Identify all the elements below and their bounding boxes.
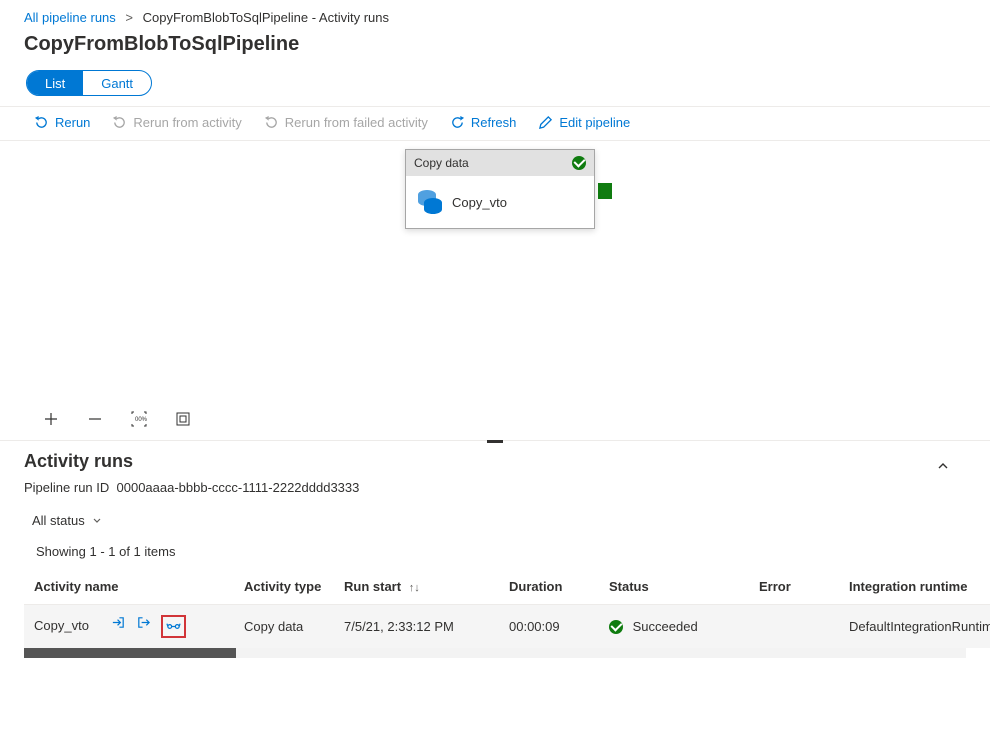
chevron-up-icon <box>936 459 950 473</box>
status-filter-label: All status <box>32 513 85 528</box>
rerun-failed-icon <box>264 115 279 130</box>
scrollbar-thumb[interactable] <box>24 648 236 658</box>
col-activity-type[interactable]: Activity type <box>234 569 334 605</box>
toolbar: Rerun Rerun from activity Rerun from fai… <box>0 106 990 141</box>
cell-status: Succeeded <box>599 605 749 649</box>
fit-icon <box>175 411 191 427</box>
view-toggle-list[interactable]: List <box>27 71 83 95</box>
pipeline-run-id: Pipeline run ID 0000aaaa-bbbb-cccc-1111-… <box>24 480 966 495</box>
rerun-failed-label: Rerun from failed activity <box>285 115 428 130</box>
edit-icon <box>538 115 553 130</box>
node-connector <box>598 183 612 199</box>
input-icon <box>111 615 126 630</box>
edit-pipeline-button[interactable]: Edit pipeline <box>538 115 630 130</box>
refresh-label: Refresh <box>471 115 517 130</box>
rerun-from-activity-button: Rerun from activity <box>112 115 241 130</box>
cell-error <box>749 605 839 649</box>
zoom-100-icon: 00% <box>130 410 148 428</box>
breadcrumb-root-link[interactable]: All pipeline runs <box>24 10 116 25</box>
col-error[interactable]: Error <box>749 569 839 605</box>
breadcrumb-current: CopyFromBlobToSqlPipeline - Activity run… <box>143 10 389 25</box>
run-id-value: 0000aaaa-bbbb-cccc-1111-2222dddd3333 <box>117 480 360 495</box>
svg-text:00%: 00% <box>135 417 148 423</box>
table-row[interactable]: Copy_vto Copy data 7/5/21, 2:3 <box>24 605 990 649</box>
run-id-label: Pipeline run ID <box>24 480 109 495</box>
rerun-from-failed-button: Rerun from failed activity <box>264 115 428 130</box>
zoom-in-button[interactable] <box>42 410 60 428</box>
plus-icon <box>43 411 59 427</box>
chevron-down-icon <box>91 515 103 527</box>
zoom-reset-button[interactable]: 00% <box>130 410 148 428</box>
view-toggle-gantt[interactable]: Gantt <box>83 71 151 95</box>
cell-integration-runtime: DefaultIntegrationRuntime (Eas <box>839 605 990 649</box>
col-status[interactable]: Status <box>599 569 749 605</box>
col-run-start[interactable]: Run start ↑↓ <box>334 569 499 605</box>
breadcrumb-separator: > <box>125 10 133 25</box>
glasses-icon <box>166 619 181 634</box>
output-details-button[interactable] <box>136 615 151 638</box>
input-details-button[interactable] <box>111 615 126 638</box>
page-title: CopyFromBlobToSqlPipeline <box>0 31 990 66</box>
activity-runs-title: Activity runs <box>24 451 966 472</box>
database-icon <box>418 190 442 214</box>
activity-node-type: Copy data <box>414 156 469 170</box>
pipeline-canvas[interactable]: Copy data Copy_vto 00% <box>0 141 990 441</box>
cell-activity-name: Copy_vto <box>34 618 89 633</box>
rerun-button[interactable]: Rerun <box>34 115 90 130</box>
view-toggle: List Gantt <box>26 70 152 96</box>
rerun-activity-label: Rerun from activity <box>133 115 241 130</box>
activity-node-body: Copy_vto <box>406 176 594 228</box>
col-run-start-label: Run start <box>344 579 401 594</box>
horizontal-scrollbar[interactable] <box>24 648 966 658</box>
rerun-activity-icon <box>112 115 127 130</box>
zoom-controls: 00% <box>42 410 192 428</box>
cell-activity-type: Copy data <box>234 605 334 649</box>
activity-node-name: Copy_vto <box>452 195 507 210</box>
col-activity-name[interactable]: Activity name <box>24 569 234 605</box>
rerun-icon <box>34 115 49 130</box>
collapse-section-button[interactable] <box>936 459 950 476</box>
status-filter-dropdown[interactable]: All status <box>24 509 111 538</box>
sort-icon: ↑↓ <box>409 582 420 594</box>
col-duration[interactable]: Duration <box>499 569 599 605</box>
col-integration-runtime[interactable]: Integration runtime <box>839 569 990 605</box>
activity-runs-section: Activity runs Pipeline run ID 0000aaaa-b… <box>0 441 990 668</box>
breadcrumb: All pipeline runs > CopyFromBlobToSqlPip… <box>0 0 990 31</box>
activity-runs-table: Activity name Activity type Run start ↑↓… <box>24 569 990 648</box>
details-button[interactable] <box>161 615 186 638</box>
refresh-button[interactable]: Refresh <box>450 115 517 130</box>
edit-label: Edit pipeline <box>559 115 630 130</box>
results-count: Showing 1 - 1 of 1 items <box>24 538 966 569</box>
refresh-icon <box>450 115 465 130</box>
rerun-label: Rerun <box>55 115 90 130</box>
success-icon <box>609 620 623 634</box>
zoom-fit-button[interactable] <box>174 410 192 428</box>
cell-status-text: Succeeded <box>633 619 698 634</box>
output-icon <box>136 615 151 630</box>
minus-icon <box>87 411 103 427</box>
zoom-out-button[interactable] <box>86 410 104 428</box>
success-icon <box>572 156 586 170</box>
activity-node[interactable]: Copy data Copy_vto <box>405 149 595 229</box>
cell-duration: 00:00:09 <box>499 605 599 649</box>
activity-node-header: Copy data <box>406 150 594 176</box>
cell-run-start: 7/5/21, 2:33:12 PM <box>334 605 499 649</box>
